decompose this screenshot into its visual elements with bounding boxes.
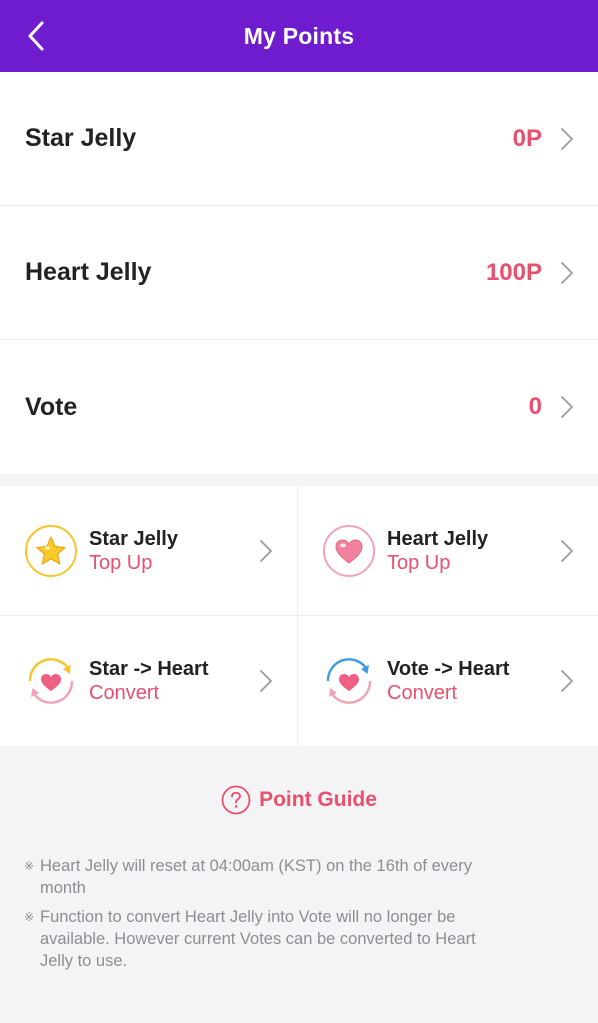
heart-jelly-icon: [323, 524, 375, 577]
point-row-star-jelly[interactable]: Star Jelly 0P: [0, 72, 598, 206]
app-header: My Points: [0, 0, 598, 72]
action-subtitle: Top Up: [387, 551, 451, 574]
note-item: ※ Heart Jelly will reset at 04:00am (KST…: [24, 855, 494, 899]
action-title: Vote -> Heart: [387, 658, 510, 680]
star-to-heart-convert-icon: [28, 658, 74, 704]
note-text: Function to convert Heart Jelly into Vot…: [40, 908, 476, 970]
vote-to-heart-convert-icon: [326, 658, 372, 704]
point-value: 0: [528, 393, 542, 420]
point-guide-label: Point Guide: [259, 788, 377, 811]
point-value: 0P: [512, 124, 542, 152]
chevron-right-icon: [561, 540, 573, 562]
point-row-heart-jelly[interactable]: Heart Jelly 100P: [0, 206, 598, 340]
note-mark: ※: [24, 859, 35, 873]
chevron-right-icon: [561, 670, 573, 692]
action-title: Star Jelly: [89, 527, 178, 550]
notes-section: ※ Heart Jelly will reset at 04:00am (KST…: [24, 855, 494, 979]
chevron-right-icon: [561, 127, 573, 150]
point-label: Vote: [25, 392, 78, 421]
point-label: Star Jelly: [25, 124, 137, 152]
note-text: Heart Jelly will reset at 04:00am (KST) …: [40, 857, 472, 897]
action-title: Heart Jelly: [387, 527, 489, 550]
point-row-vote[interactable]: Vote 0: [0, 340, 598, 474]
action-grid: Star Jelly Top Up Heart Jelly Top Up Sta…: [0, 486, 598, 746]
point-value: 100P: [485, 258, 542, 286]
action-subtitle: Top Up: [89, 551, 153, 574]
star-to-heart-convert-button[interactable]: Star -> Heart Convert: [0, 616, 298, 746]
chevron-right-icon: [561, 396, 573, 418]
point-label: Heart Jelly: [25, 258, 152, 286]
action-title: Star -> Heart: [89, 658, 209, 680]
chevron-left-icon: [28, 21, 44, 51]
chevron-right-icon: [561, 261, 573, 284]
question-circle-icon: [221, 785, 251, 815]
point-guide-link[interactable]: Point Guide: [0, 784, 598, 816]
chevron-right-icon: [260, 670, 272, 692]
page-title: My Points: [243, 22, 355, 49]
chevron-right-icon: [260, 540, 272, 562]
star-jelly-top-up-button[interactable]: Star Jelly Top Up: [0, 486, 298, 616]
vote-to-heart-convert-button[interactable]: Vote -> Heart Convert: [298, 616, 598, 746]
heart-jelly-top-up-button[interactable]: Heart Jelly Top Up: [298, 486, 598, 616]
note-mark: ※: [24, 910, 35, 924]
points-list: Star Jelly 0P Heart Jelly 100P Vote 0: [0, 72, 598, 474]
star-jelly-icon: [25, 524, 77, 577]
action-subtitle: Convert: [387, 682, 458, 704]
back-button[interactable]: [18, 18, 54, 54]
note-item: ※ Function to convert Heart Jelly into V…: [24, 906, 494, 972]
action-subtitle: Convert: [89, 682, 160, 704]
